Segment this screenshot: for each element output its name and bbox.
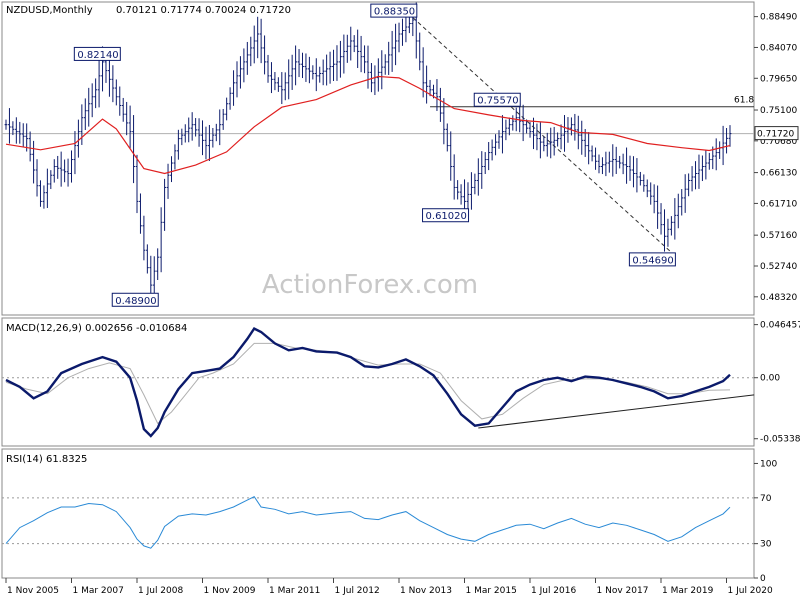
annotation-label-0: 0.82140 bbox=[77, 50, 118, 61]
price-y-tick-label-9: 0.48320 bbox=[760, 293, 797, 303]
x-tick-label-11: 1 Jul 2020 bbox=[728, 586, 773, 596]
rsi-title: RSI(14) 61.8325 bbox=[6, 454, 87, 465]
macd-y-tick-label-0: 0.046457 bbox=[760, 321, 800, 331]
price-layer: 61.8 0.82140 0.48900 0.88350 0.61020 0.75570 0… bbox=[2, 2, 754, 307]
x-tick-label-8: 1 Jul 2016 bbox=[531, 586, 576, 596]
price-y-tick-label-0: 0.88490 bbox=[760, 13, 797, 23]
price-y-tick-label-8: 0.52740 bbox=[760, 262, 797, 272]
macd-main-line bbox=[5, 327, 731, 438]
x-tick-label-1: 1 Mar 2007 bbox=[73, 586, 124, 596]
price-ohlc-readout: 0.70121 0.71774 0.70024 0.71720 bbox=[116, 5, 291, 16]
x-tick-label-4: 1 Mar 2011 bbox=[269, 586, 320, 596]
macd-layer bbox=[2, 327, 755, 438]
price-y-tick-label-5: 0.66130 bbox=[760, 169, 797, 179]
annotation-label-5: 0.54690 bbox=[632, 255, 673, 266]
macd-y-tick-label-1: 0.00 bbox=[760, 374, 780, 384]
x-tick-label-9: 1 Nov 2017 bbox=[597, 586, 649, 596]
x-tick-label-10: 1 Mar 2019 bbox=[662, 586, 714, 596]
annotation-label-4: 0.75570 bbox=[477, 96, 518, 107]
rsi-y-tick-label-3: 0 bbox=[760, 574, 766, 584]
rsi-panel bbox=[1, 448, 755, 579]
x-tick-label-3: 1 Nov 2009 bbox=[204, 586, 256, 596]
price-y-tick-label-7: 0.57160 bbox=[760, 231, 797, 241]
x-tick-label-0: 1 Nov 2005 bbox=[7, 586, 59, 596]
x-tick-label-2: 1 Jul 2008 bbox=[138, 586, 183, 596]
rsi-y-tick-label-1: 70 bbox=[760, 494, 772, 504]
chart-root: NZDUSD,Monthly 0.70121 0.71774 0.70024 0… bbox=[1, 1, 800, 596]
macd-y-tick-label-2: -0.053383 bbox=[760, 435, 800, 445]
macd-signal-line bbox=[5, 342, 731, 425]
macd-panel bbox=[1, 317, 755, 447]
price-y-tick-label-1: 0.84070 bbox=[760, 43, 797, 53]
x-tick-label-5: 1 Jul 2012 bbox=[335, 586, 380, 596]
macd-title: MACD(12,26,9) 0.002656 -0.010684 bbox=[6, 323, 187, 334]
watermark: ActionForex.com bbox=[262, 270, 478, 300]
rsi-layer bbox=[2, 496, 754, 549]
macd-trendline bbox=[478, 394, 755, 429]
rsi-line bbox=[5, 496, 731, 549]
x-tick-label-7: 1 Mar 2015 bbox=[466, 586, 517, 596]
price-y-tick-label-6: 0.61710 bbox=[760, 199, 797, 209]
annotation-label-2: 0.88350 bbox=[374, 7, 415, 18]
x-tick-label-6: 1 Nov 2013 bbox=[400, 586, 452, 596]
moving-average-line bbox=[5, 75, 731, 175]
annotation-label-3: 0.61020 bbox=[426, 211, 467, 222]
price-y-tick-label-3: 0.75100 bbox=[760, 106, 797, 116]
price-y-tick-label-2: 0.79650 bbox=[760, 74, 797, 84]
price-title: NZDUSD,Monthly bbox=[6, 5, 93, 16]
fib-level-label: 61.8 bbox=[734, 96, 754, 106]
current-price-label: 0.71720 bbox=[757, 130, 794, 140]
annotation-label-1: 0.48900 bbox=[115, 296, 156, 307]
rsi-y-tick-label-0: 100 bbox=[760, 459, 777, 469]
rsi-y-tick-label-2: 30 bbox=[760, 540, 772, 550]
